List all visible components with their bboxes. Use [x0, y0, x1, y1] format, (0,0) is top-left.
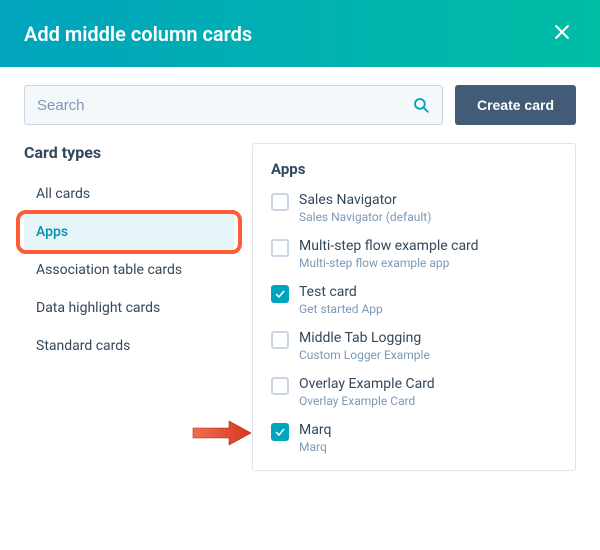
card-checkbox[interactable]: [271, 423, 289, 441]
card-text: Marq Marq: [299, 422, 331, 454]
card-item[interactable]: Test card Get started App: [271, 284, 557, 316]
card-checkbox[interactable]: [271, 193, 289, 211]
card-item[interactable]: Sales Navigator Sales Navigator (default): [271, 192, 557, 224]
card-checkbox[interactable]: [271, 285, 289, 303]
card-subtitle: Sales Navigator (default): [299, 210, 431, 224]
sidebar-item-label: All cards: [36, 186, 90, 202]
close-icon: [552, 30, 572, 45]
card-checkbox[interactable]: [271, 239, 289, 257]
card-checkbox[interactable]: [271, 331, 289, 349]
card-text: Sales Navigator Sales Navigator (default): [299, 192, 431, 224]
card-list: Sales Navigator Sales Navigator (default)…: [271, 192, 557, 454]
card-item[interactable]: Overlay Example Card Overlay Example Card: [271, 376, 557, 408]
card-item[interactable]: Multi-step flow example card Multi-step f…: [271, 238, 557, 270]
card-title: Marq: [299, 422, 331, 438]
card-title: Overlay Example Card: [299, 376, 435, 392]
create-card-button[interactable]: Create card: [455, 85, 576, 125]
sidebar-heading: Card types: [24, 143, 234, 162]
content-area: Card types All cards Apps Association tabl…: [0, 133, 600, 471]
card-subtitle: Multi-step flow example app: [299, 256, 479, 270]
card-title: Sales Navigator: [299, 192, 431, 208]
card-subtitle: Overlay Example Card: [299, 394, 435, 408]
sidebar-item-label: Data highlight cards: [36, 300, 160, 316]
card-item[interactable]: Middle Tab Logging Custom Logger Example: [271, 330, 557, 362]
card-item[interactable]: Marq Marq: [271, 422, 557, 454]
toolbar: Create card: [0, 67, 600, 133]
search-input[interactable]: [37, 97, 412, 114]
sidebar-item-association-table-cards[interactable]: Association table cards: [24, 252, 234, 288]
card-text: Multi-step flow example card Multi-step f…: [299, 238, 479, 270]
sidebar-item-data-highlight-cards[interactable]: Data highlight cards: [24, 290, 234, 326]
card-text: Overlay Example Card Overlay Example Card: [299, 376, 435, 408]
sidebar-item-apps[interactable]: Apps: [24, 214, 234, 250]
panel-heading: Apps: [271, 160, 557, 178]
sidebar-item-label: Standard cards: [36, 338, 130, 354]
close-button[interactable]: [548, 18, 576, 49]
card-types-sidebar: Card types All cards Apps Association tabl…: [24, 143, 234, 471]
card-checkbox[interactable]: [271, 377, 289, 395]
sidebar-item-label: Association table cards: [36, 262, 182, 278]
card-title: Test card: [299, 284, 383, 300]
card-title: Multi-step flow example card: [299, 238, 479, 254]
modal-title: Add middle column cards: [24, 22, 252, 46]
card-subtitle: Get started App: [299, 302, 383, 316]
search-field-wrap[interactable]: [24, 85, 443, 125]
modal-header: Add middle column cards: [0, 0, 600, 67]
sidebar-item-standard-cards[interactable]: Standard cards: [24, 328, 234, 364]
cards-panel: Apps Sales Navigator Sales Navigator (def…: [252, 143, 576, 471]
card-text: Middle Tab Logging Custom Logger Example: [299, 330, 430, 362]
sidebar-item-all-cards[interactable]: All cards: [24, 176, 234, 212]
card-subtitle: Marq: [299, 440, 331, 454]
card-text: Test card Get started App: [299, 284, 383, 316]
card-type-list: All cards Apps Association table cards Data…: [24, 176, 234, 364]
sidebar-item-label: Apps: [36, 224, 68, 240]
card-subtitle: Custom Logger Example: [299, 348, 430, 362]
card-title: Middle Tab Logging: [299, 330, 430, 346]
search-icon: [412, 96, 430, 114]
